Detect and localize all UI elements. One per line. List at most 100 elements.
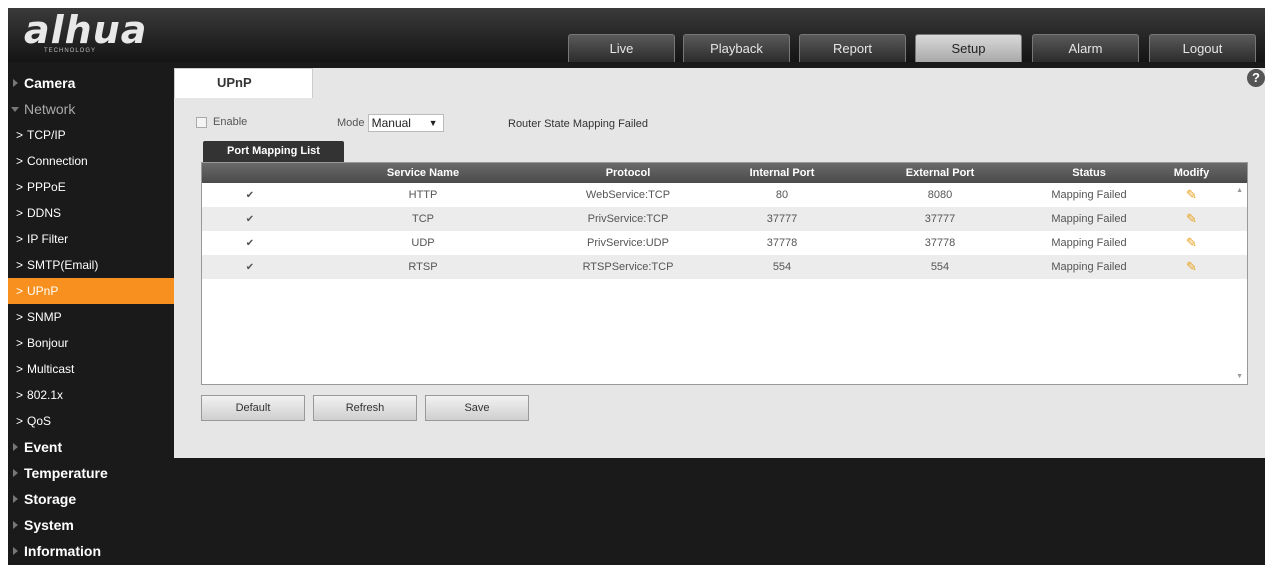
sidebar-item-label: Multicast xyxy=(27,362,75,376)
mode-select-value: Manual xyxy=(371,116,411,130)
cell-status: Mapping Failed xyxy=(1051,237,1127,249)
scroll-down-icon[interactable]: ▼ xyxy=(1236,373,1243,380)
sidebar-item-network[interactable]: Network xyxy=(8,96,174,122)
refresh-button[interactable]: Refresh xyxy=(313,395,417,421)
header-select xyxy=(202,163,298,183)
tab-logout[interactable]: Logout xyxy=(1149,34,1256,62)
header-modify: Modify xyxy=(1173,167,1210,179)
mode-label: Mode xyxy=(337,116,365,129)
app-frame: alhua TECHNOLOGY Live Playback Report Se… xyxy=(8,8,1265,565)
sidebar-item-label: DDNS xyxy=(27,206,62,220)
cell-external-port: 8080 xyxy=(927,189,953,201)
chevron-right-icon: > xyxy=(16,258,24,272)
table-row: ✔ RTSP RTSPService:TCP 554 554 Mapping F… xyxy=(202,255,1247,279)
table-row: ✔ UDP PrivService:UDP 37778 37778 Mappin… xyxy=(202,231,1247,255)
sidebar-item-label: SMTP(Email) xyxy=(27,258,99,272)
cell-status: Mapping Failed xyxy=(1051,261,1127,273)
sidebar-item-information[interactable]: Information xyxy=(8,538,174,564)
checkmark-icon[interactable]: ✔ xyxy=(244,262,256,274)
sidebar-item-ip-filter[interactable]: > IP Filter xyxy=(8,226,174,252)
header-external-port: External Port xyxy=(905,167,975,179)
help-icon[interactable]: ? xyxy=(1247,69,1265,87)
tab-live[interactable]: Live xyxy=(568,34,675,62)
sidebar-item-label: PPPoE xyxy=(27,180,66,194)
enable-label: Enable xyxy=(213,116,248,128)
sidebar-item-bonjour[interactable]: > Bonjour xyxy=(8,330,174,356)
tab-setup[interactable]: Setup xyxy=(915,34,1022,62)
tab-playback[interactable]: Playback xyxy=(683,34,790,62)
mode-select[interactable]: Manual ▼ xyxy=(367,114,444,132)
cell-protocol: RTSPService:TCP xyxy=(582,261,674,273)
cell-protocol: PrivService:TCP xyxy=(587,213,669,225)
cell-service: RTSP xyxy=(408,261,438,273)
enable-checkbox[interactable] xyxy=(196,116,207,128)
sidebar-item-event[interactable]: Event xyxy=(8,434,174,460)
sidebar-item-label: QoS xyxy=(27,414,52,428)
page-tab-upnp[interactable]: UPnP xyxy=(174,68,313,98)
logo: alhua xyxy=(24,8,148,52)
cell-status: Mapping Failed xyxy=(1051,213,1127,225)
header-internal-port: Internal Port xyxy=(749,167,815,179)
sidebar-item-camera[interactable]: Camera xyxy=(8,70,174,96)
sidebar-item-smtp[interactable]: > SMTP(Email) xyxy=(8,252,174,278)
sidebar-item-label: UPnP xyxy=(27,284,59,298)
logo-subtitle: TECHNOLOGY xyxy=(44,48,97,54)
sidebar-item-label: Connection xyxy=(27,154,88,168)
pencil-icon[interactable]: ✎ xyxy=(1186,211,1197,226)
chevron-right-icon: > xyxy=(16,414,24,428)
sidebar-item-ddns[interactable]: > DDNS xyxy=(8,200,174,226)
sidebar-item-tcpip[interactable]: > TCP/IP xyxy=(8,122,174,148)
default-button[interactable]: Default xyxy=(201,395,305,421)
cell-internal-port: 80 xyxy=(775,189,789,201)
sidebar-item-storage[interactable]: Storage xyxy=(8,486,174,512)
chevron-right-icon: > xyxy=(16,154,24,168)
sidebar-item-snmp[interactable]: > SNMP xyxy=(8,304,174,330)
chevron-right-icon: > xyxy=(16,128,24,142)
header-protocol: Protocol xyxy=(605,167,651,179)
sidebar-item-multicast[interactable]: > Multicast xyxy=(8,356,174,382)
checkmark-icon[interactable]: ✔ xyxy=(244,190,256,202)
chevron-right-icon: > xyxy=(16,336,24,350)
header-status: Status xyxy=(1072,167,1106,179)
cell-internal-port: 554 xyxy=(772,261,792,273)
cell-internal-port: 37777 xyxy=(766,213,798,225)
pencil-icon[interactable]: ✎ xyxy=(1186,187,1197,202)
cell-status: Mapping Failed xyxy=(1051,189,1127,201)
sidebar-item-upnp[interactable]: > UPnP xyxy=(8,278,174,304)
tab-port-mapping-list[interactable]: Port Mapping List xyxy=(203,141,344,162)
checkmark-icon[interactable]: ✔ xyxy=(244,214,256,226)
scroll-up-icon[interactable]: ▲ xyxy=(1236,187,1243,194)
sidebar: Camera Network > TCP/IP > Connection > PPPo… xyxy=(8,70,174,565)
header-service-name: Service Name xyxy=(386,167,460,179)
cell-external-port: 554 xyxy=(930,261,950,273)
chevron-right-icon: > xyxy=(16,180,24,194)
sidebar-item-pppoe[interactable]: > PPPoE xyxy=(8,174,174,200)
save-button[interactable]: Save xyxy=(425,395,529,421)
sidebar-item-label: 802.1x xyxy=(27,388,64,402)
port-mapping-table: Service Name Protocol Internal Port Exte… xyxy=(201,162,1248,385)
sidebar-item-temperature[interactable]: Temperature xyxy=(8,460,174,486)
header: alhua TECHNOLOGY Live Playback Report Se… xyxy=(8,8,1265,62)
pencil-icon[interactable]: ✎ xyxy=(1186,235,1197,250)
table-row: ✔ HTTP WebService:TCP 80 8080 Mapping Fa… xyxy=(202,183,1247,207)
tab-report[interactable]: Report xyxy=(799,34,906,62)
chevron-right-icon: > xyxy=(16,310,24,324)
cell-service: HTTP xyxy=(408,189,438,201)
sidebar-item-8021x[interactable]: >802.1x xyxy=(8,382,174,408)
cell-protocol: PrivService:UDP xyxy=(587,237,669,249)
chevron-right-icon: > xyxy=(16,284,24,298)
sidebar-item-label: SNMP xyxy=(27,310,62,324)
cell-service: UDP xyxy=(411,237,435,249)
cell-service: TCP xyxy=(412,213,434,225)
pencil-icon[interactable]: ✎ xyxy=(1186,259,1197,274)
chevron-right-icon: > xyxy=(16,362,24,376)
sidebar-item-connection[interactable]: > Connection xyxy=(8,148,174,174)
sidebar-item-label: IP Filter xyxy=(27,232,69,246)
checkmark-icon[interactable]: ✔ xyxy=(244,238,256,250)
enable-row: Enable xyxy=(196,116,247,128)
cell-external-port: 37778 xyxy=(924,237,956,249)
sidebar-item-system[interactable]: System xyxy=(8,512,174,538)
sidebar-item-qos[interactable]: > QoS xyxy=(8,408,174,434)
tab-alarm[interactable]: Alarm xyxy=(1032,34,1139,62)
table-row: ✔ TCP PrivService:TCP 37777 37777 Mappin… xyxy=(202,207,1247,231)
